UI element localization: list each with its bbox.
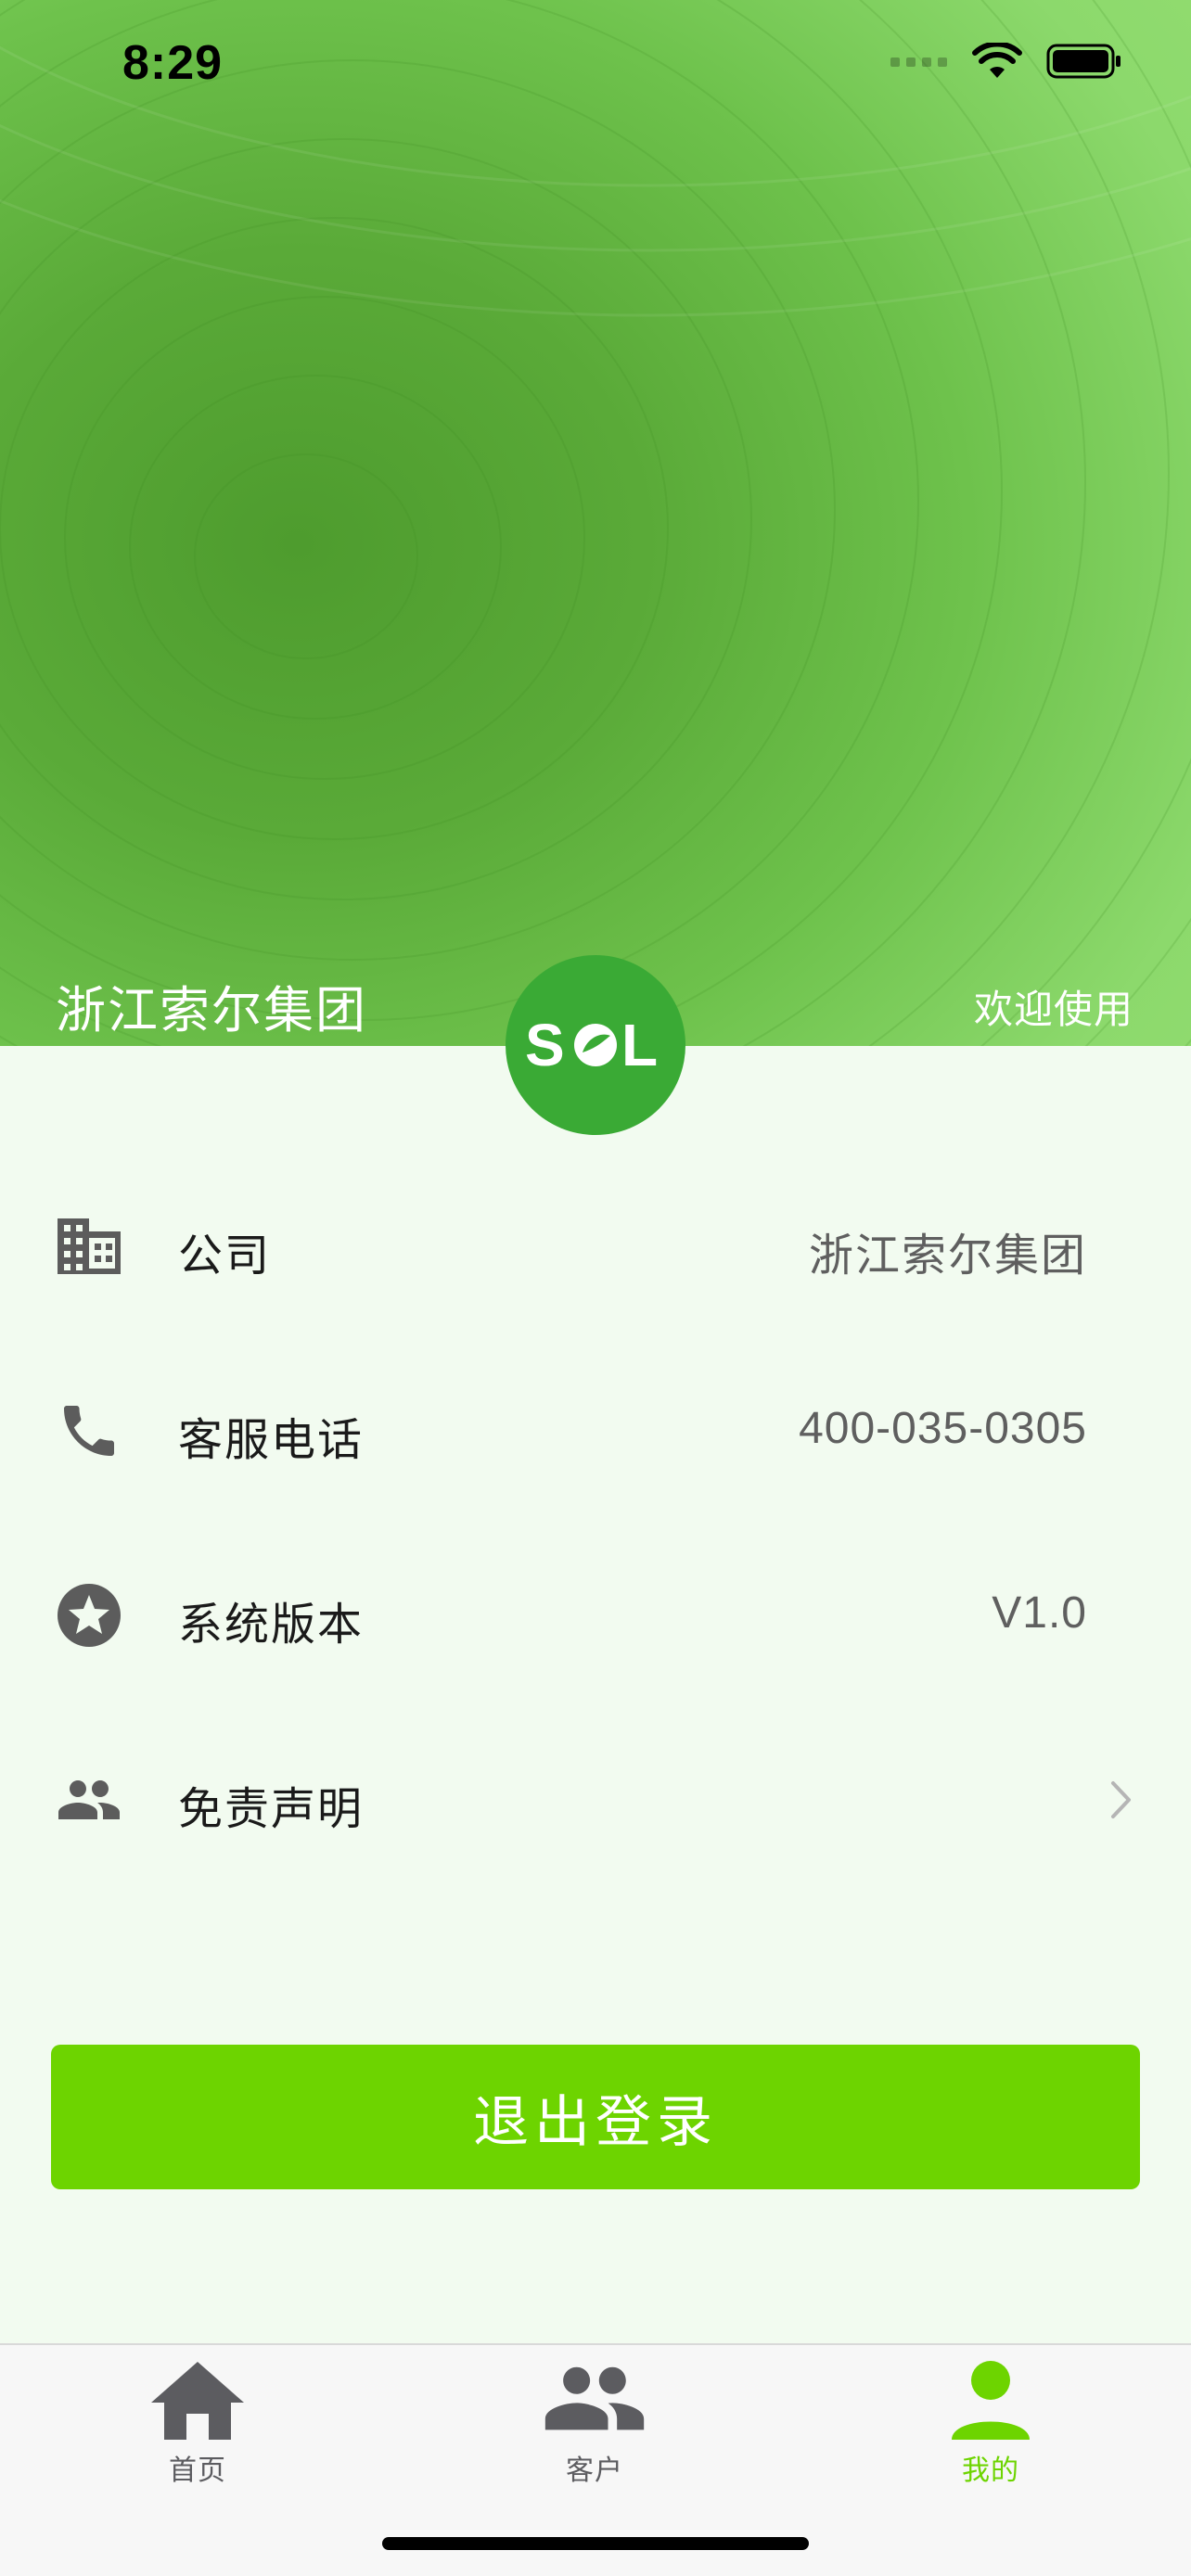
sol-logo-icon: S L xyxy=(525,1012,658,1078)
profile-icon xyxy=(952,2361,1030,2440)
header-banner: 8:29 浙江索尔集团 欢迎使用 xyxy=(0,0,1191,1046)
welcome-text: 欢迎使用 xyxy=(973,987,1133,1032)
service-phone-label: 客服电话 xyxy=(178,1414,365,1466)
wifi-icon xyxy=(972,43,1022,78)
service-phone-value[interactable]: 400-035-0305 xyxy=(799,1403,1087,1454)
home-indicator xyxy=(382,2537,809,2550)
status-time: 8:29 xyxy=(122,36,224,90)
tab-home[interactable]: 首页 xyxy=(96,2358,300,2497)
svg-text:S: S xyxy=(525,1012,565,1078)
chevron-right-icon[interactable] xyxy=(1109,1779,1133,1820)
tab-customers-label: 客户 xyxy=(566,2455,623,2487)
svg-text:L: L xyxy=(621,1012,658,1078)
version-row: 系统版本 V1.0 xyxy=(0,1556,1191,1667)
service-phone-row[interactable]: 客服电话 400-035-0305 xyxy=(0,1371,1191,1483)
tab-customers[interactable]: 客户 xyxy=(493,2358,697,2497)
header-company-name: 浙江索尔集团 xyxy=(56,981,367,1039)
battery-icon xyxy=(1046,44,1121,79)
version-label: 系统版本 xyxy=(178,1599,365,1651)
logout-button[interactable]: 退出登录 xyxy=(51,2045,1140,2189)
home-icon xyxy=(151,2362,244,2440)
star-icon xyxy=(58,1584,121,1647)
signal-icon xyxy=(890,57,947,67)
phone-icon xyxy=(64,1406,114,1456)
background-pattern xyxy=(0,0,1191,1046)
company-logo: S L xyxy=(506,955,685,1135)
tab-profile-label: 我的 xyxy=(962,2455,1019,2487)
version-value: V1.0 xyxy=(992,1588,1087,1638)
company-row: 公司 浙江索尔集团 xyxy=(0,1187,1191,1298)
people-icon xyxy=(58,1780,120,1819)
tab-home-label: 首页 xyxy=(169,2455,226,2487)
company-value: 浙江索尔集团 xyxy=(808,1230,1087,1282)
disclaimer-label: 免责声明 xyxy=(178,1783,365,1835)
status-icons xyxy=(890,43,1122,80)
disclaimer-row[interactable]: 免责声明 xyxy=(0,1741,1191,1852)
tab-profile[interactable]: 我的 xyxy=(889,2358,1093,2497)
building-icon xyxy=(58,1218,121,1274)
company-label: 公司 xyxy=(178,1230,272,1282)
customers-icon xyxy=(544,2366,645,2430)
